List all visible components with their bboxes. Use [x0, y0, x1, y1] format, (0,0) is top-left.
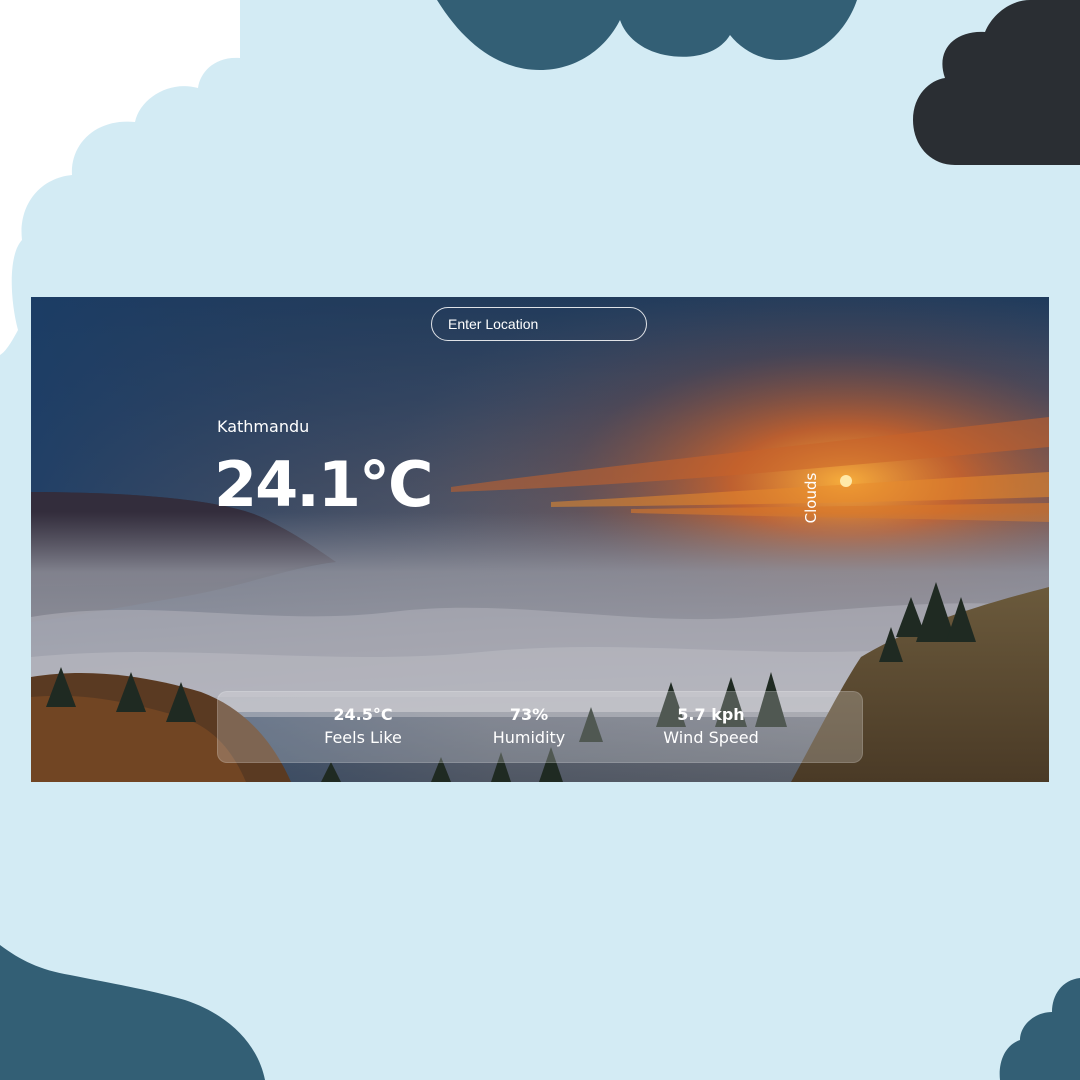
- blue-cloud-blob-bottom-right: [999, 978, 1080, 1080]
- wind-speed-value: 5.7 kph: [677, 705, 745, 724]
- blue-cloud-blob-top: [437, 0, 857, 70]
- humidity-stat: 73% Humidity: [474, 704, 584, 750]
- current-temperature: 24.1°C: [214, 448, 433, 521]
- poster-canvas: Kathmandu 24.1°C Clouds 24.5°C Feels Lik…: [0, 0, 1080, 1080]
- blue-cloud-blob-bottom-left: [0, 945, 265, 1080]
- location-search-input[interactable]: [431, 307, 647, 341]
- feels-like-label: Feels Like: [324, 728, 402, 747]
- humidity-label: Humidity: [492, 728, 566, 747]
- feels-like-stat: 24.5°C Feels Like: [308, 704, 418, 750]
- feels-like-value: 24.5°C: [333, 705, 393, 724]
- humidity-value: 73%: [509, 705, 549, 724]
- weather-stats-panel: 24.5°C Feels Like 73% Humidity 5.7 kph W…: [217, 691, 863, 763]
- weather-condition: Clouds: [802, 472, 820, 524]
- charcoal-cloud-blob: [913, 0, 1080, 165]
- location-name: Kathmandu: [217, 417, 310, 436]
- weather-app-window: Kathmandu 24.1°C Clouds 24.5°C Feels Lik…: [31, 297, 1049, 782]
- wind-speed-label: Wind Speed: [663, 728, 759, 747]
- wind-speed-stat: 5.7 kph Wind Speed: [636, 704, 786, 750]
